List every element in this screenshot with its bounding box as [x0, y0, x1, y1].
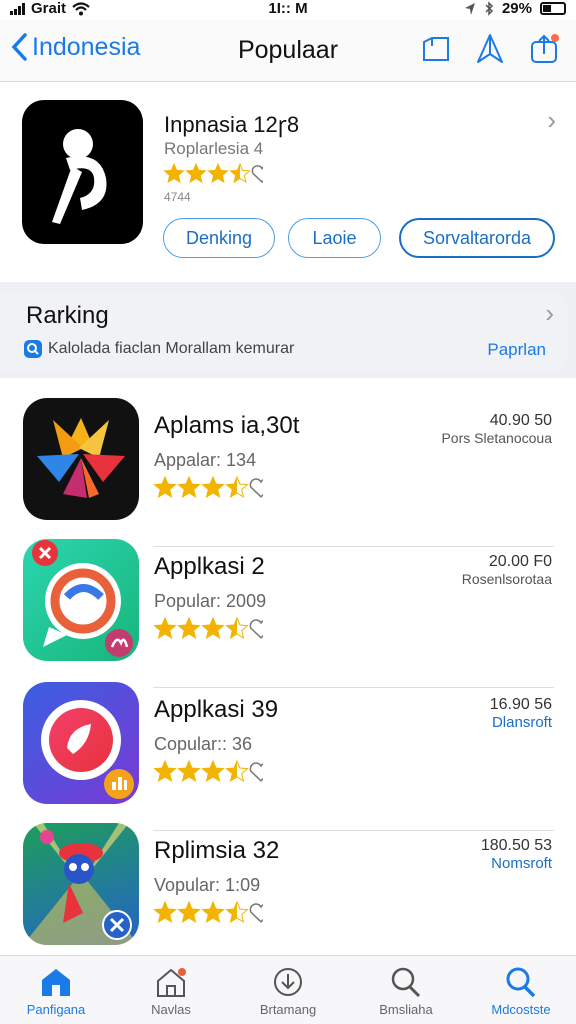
battery-icon [540, 2, 566, 15]
star-icon [201, 759, 225, 782]
app-rating [153, 900, 273, 930]
star-icon [185, 162, 207, 184]
bookmark-icon[interactable] [420, 32, 452, 66]
star-icon [201, 616, 225, 639]
star-icon [201, 900, 225, 923]
featured-button-2[interactable]: Laoie [288, 218, 381, 258]
chevron-right-icon[interactable]: › [547, 105, 556, 136]
tab-search[interactable]: Bmsliaha [356, 960, 456, 1022]
flower-app-icon[interactable] [23, 398, 139, 520]
app-rating [153, 759, 273, 789]
heart-icon[interactable] [251, 165, 273, 184]
location-icon [464, 2, 475, 15]
star-icon [177, 616, 201, 639]
star-icon [153, 616, 177, 639]
bluetooth-icon [485, 1, 494, 16]
featured-app-subtitle: Roplarlesia 4 [164, 139, 264, 158]
heart-icon[interactable] [249, 903, 273, 923]
tab-label: Bmsliaha [379, 1002, 433, 1017]
tab-discover[interactable]: Mdcostste [471, 960, 571, 1022]
share-arrow-icon[interactable] [474, 32, 506, 66]
star-icon [163, 162, 185, 184]
search-badge-icon [24, 340, 42, 358]
featured-button-1[interactable]: Denking [163, 218, 275, 258]
star-icon [225, 759, 249, 782]
tab-label: Navlas [151, 1002, 191, 1017]
app-note: Dlansroft [491, 714, 552, 731]
star-icon [207, 162, 229, 184]
search-icon [391, 967, 421, 998]
star-icon [201, 475, 225, 498]
ranking-subtitle-row: Kalolada fiaclan Morallam kemurar [24, 340, 294, 358]
app-name[interactable]: Rplimsia 32 [154, 837, 279, 865]
app-note: Rosenlsorotaa [461, 571, 552, 587]
app-note: Nomsroft [491, 855, 552, 872]
app-rating [153, 475, 273, 505]
star-icon [225, 616, 249, 639]
tab-label: Mdcostste [491, 1002, 551, 1017]
featured-app-title[interactable]: Inpnasia 12ꞅ8 [164, 109, 299, 139]
home-icon [42, 969, 70, 996]
chevron-right-icon[interactable]: › [545, 298, 554, 329]
house-badge-icon [157, 968, 186, 997]
app-subtitle: Appalar: 134 [154, 450, 257, 470]
tab-news[interactable]: Navlas [121, 960, 221, 1022]
app-subtitle: Copular:: 36 [154, 734, 253, 754]
star-icon [153, 475, 177, 498]
list-item[interactable]: Applkasi 39 Copular:: 36 16.90 56 Dlansr… [0, 682, 576, 831]
heart-icon[interactable] [249, 762, 273, 782]
star-icon [177, 759, 201, 782]
app-price: 20.00 F0 [488, 553, 552, 570]
tab-label: Brtamang [259, 1002, 317, 1017]
star-icon [225, 475, 249, 498]
star-icon [225, 900, 249, 923]
status-bar: Grait 1Ӏ:: M 29% [0, 0, 576, 20]
star-icon [177, 900, 201, 923]
ranking-link[interactable]: Paprlan [487, 340, 546, 360]
tab-download[interactable]: Brtamang [238, 960, 338, 1022]
ranking-subtitle: Kalolada fiaclan Morallam kemurar [48, 340, 295, 357]
star-icon [153, 900, 177, 923]
download-icon [274, 968, 302, 996]
featured-rating [163, 162, 273, 190]
app-name[interactable]: Aplams ia,30t [154, 412, 299, 440]
app-name[interactable]: Applkasi 2 [154, 553, 265, 581]
battery-percent: 29% [501, 0, 532, 17]
app-price: 180.50 53 [480, 837, 552, 854]
app-price: 40.90 50 [489, 412, 552, 429]
tab-label: Panfigana [26, 1002, 86, 1017]
list-item[interactable]: Aplams ia,30t Appalar: 134 40.90 50 Pors… [0, 398, 576, 547]
app-subtitle: Popular: 2009 [154, 591, 267, 611]
featured-app-icon[interactable] [22, 100, 143, 244]
record-app-icon[interactable] [23, 682, 139, 804]
tab-home[interactable]: Panfigana [6, 960, 106, 1022]
list-item[interactable]: Applkasi 2 Popular: 2009 20.00 F0 Rosenl… [0, 539, 576, 688]
tab-bar: Panfigana Navlas Brtamang Bmsliaha Mdcos… [0, 955, 576, 1024]
heart-icon[interactable] [249, 478, 273, 498]
featured-rating-count: 4744 [164, 190, 191, 204]
upload-icon[interactable] [528, 32, 560, 66]
app-note: Pors Sletanocoua [441, 430, 552, 446]
featured-app-card[interactable]: Inpnasia 12ꞅ8 Roplarlesia 4 4744 › Denki… [0, 83, 576, 281]
list-item[interactable]: Rplimsia 32 Vopular: 1:09 180.50 53 Noms… [0, 823, 576, 963]
chat-app-icon[interactable] [23, 539, 139, 661]
app-rating [153, 616, 273, 646]
star-icon [177, 475, 201, 498]
app-name[interactable]: Applkasi 39 [154, 696, 278, 724]
navigation-bar: Indonesia Populaar [0, 20, 576, 82]
featured-button-3[interactable]: Sorvaltarorda [399, 218, 555, 258]
game-app-icon[interactable] [23, 823, 139, 945]
ranking-title: Rarking [26, 302, 109, 329]
search-icon [506, 967, 536, 998]
star-icon [153, 759, 177, 782]
star-icon [229, 162, 251, 184]
ranking-section: Rarking › Kalolada fiaclan Morallam kemu… [0, 282, 576, 378]
app-subtitle: Vopular: 1:09 [154, 875, 261, 895]
heart-icon[interactable] [249, 619, 273, 639]
app-price: 16.90 56 [489, 696, 552, 713]
